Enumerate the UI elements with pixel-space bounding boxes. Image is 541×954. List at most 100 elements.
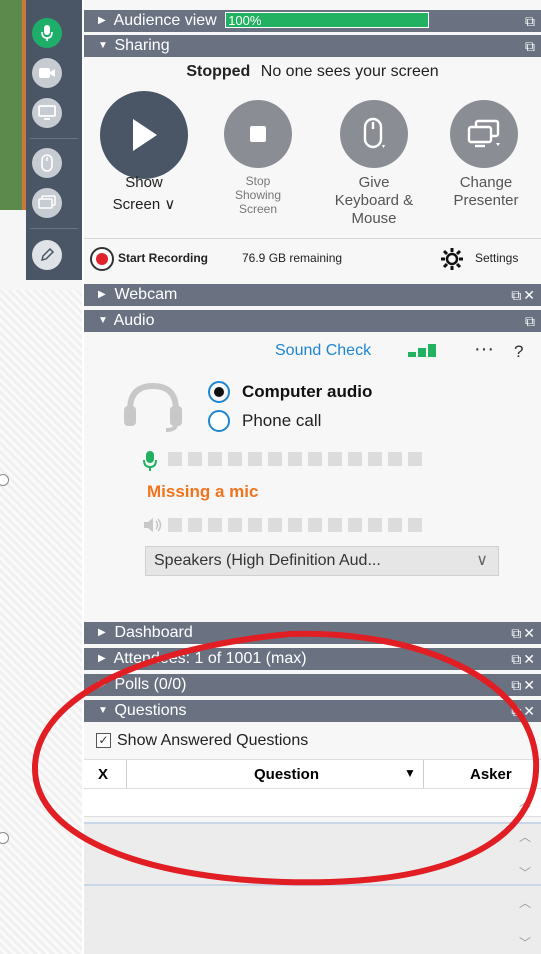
computer-audio-label[interactable]: Computer audio bbox=[242, 382, 372, 402]
sharing-title: Sharing bbox=[114, 37, 170, 54]
question-detail-area[interactable]: ︿ ﹀ bbox=[84, 824, 541, 884]
record-icon[interactable] bbox=[90, 247, 114, 271]
popout-close-icons[interactable]: ⧉✕ bbox=[511, 674, 537, 696]
level-segment bbox=[408, 452, 422, 466]
mouse-icon[interactable] bbox=[32, 148, 62, 178]
pencil-icon[interactable] bbox=[32, 240, 62, 270]
audio-header[interactable]: ▼ Audio ⧉ bbox=[84, 310, 541, 332]
attendees-header[interactable]: ▶ Attendees: 1 of 1001 (max) ⧉✕ bbox=[84, 648, 541, 670]
level-segment bbox=[188, 452, 202, 466]
toolbar-divider bbox=[30, 138, 78, 139]
expand-arrow-icon: ▶ bbox=[98, 679, 106, 690]
scroll-down-icon[interactable]: ﹀ bbox=[519, 934, 531, 951]
webcam-title: Webcam bbox=[114, 286, 178, 303]
expand-arrow-icon: ▶ bbox=[98, 653, 106, 664]
level-segment bbox=[408, 518, 422, 532]
level-segment bbox=[268, 518, 282, 532]
speaker-level-meter bbox=[168, 518, 422, 534]
stop-showing-label: Stop Showing Screen bbox=[212, 174, 304, 216]
column-divider bbox=[126, 760, 127, 788]
level-segment bbox=[328, 452, 342, 466]
change-line1: Change bbox=[459, 174, 513, 191]
sharing-status-bold: Stopped bbox=[186, 63, 251, 80]
popout-close-icons[interactable]: ⧉✕ bbox=[511, 700, 537, 722]
answer-input-area[interactable]: ︿ ﹀ bbox=[84, 886, 541, 954]
popout-icon[interactable]: ⧉ bbox=[525, 310, 537, 332]
computer-audio-radio[interactable] bbox=[208, 381, 230, 403]
popout-close-icons[interactable]: ⧉✕ bbox=[511, 284, 537, 306]
stop-line1: Stop bbox=[245, 174, 271, 188]
scroll-up-icon[interactable]: ︿ bbox=[519, 828, 531, 845]
phone-call-radio[interactable] bbox=[208, 410, 230, 432]
storage-remaining: 76.9 GB remaining bbox=[242, 251, 343, 265]
headset-icon bbox=[122, 380, 184, 437]
column-question[interactable]: Question bbox=[254, 766, 319, 783]
dashboard-header[interactable]: ▶ Dashboard ⧉✕ bbox=[84, 622, 541, 644]
microphone-icon[interactable] bbox=[32, 18, 62, 48]
collapse-arrow-icon: ▼ bbox=[98, 705, 108, 716]
level-segment bbox=[268, 452, 282, 466]
signal-strength-icon bbox=[408, 344, 436, 357]
level-segment bbox=[228, 452, 242, 466]
settings-button[interactable]: Settings bbox=[475, 251, 518, 265]
collapse-arrow-icon: ▼ bbox=[98, 40, 108, 51]
level-segment bbox=[388, 452, 402, 466]
level-segment bbox=[208, 518, 222, 532]
show-answered-checkbox[interactable]: ✓ bbox=[96, 733, 111, 748]
more-options-button[interactable]: ··· bbox=[474, 338, 494, 361]
change-presenter-button[interactable] bbox=[450, 100, 518, 168]
show-screen-label[interactable]: Show Screen ∨ bbox=[94, 174, 194, 214]
questions-header[interactable]: ▼ Questions ⧉✕ bbox=[84, 700, 541, 722]
popout-icon[interactable]: ⧉ bbox=[525, 10, 537, 32]
sharing-header[interactable]: ▼ Sharing ⧉ bbox=[84, 35, 541, 57]
background-pattern bbox=[0, 290, 82, 954]
questions-title: Questions bbox=[114, 702, 187, 719]
scroll-up-icon[interactable]: ︿ bbox=[519, 793, 531, 810]
show-screen-line2: Screen bbox=[112, 196, 161, 213]
expand-arrow-icon: ▶ bbox=[98, 627, 106, 638]
attendees-title: Attendees: 1 of 1001 (max) bbox=[113, 650, 307, 667]
level-segment bbox=[368, 518, 382, 532]
start-recording-button[interactable]: Start Recording bbox=[118, 251, 208, 265]
level-segment bbox=[188, 518, 202, 532]
change-presenter-label: Change Presenter bbox=[436, 174, 536, 210]
speaker-select[interactable]: Speakers (High Definition Aud... ∨ bbox=[145, 546, 499, 576]
webcam-header[interactable]: ▶ Webcam ⧉✕ bbox=[84, 284, 541, 306]
popout-icon[interactable]: ⧉ bbox=[525, 35, 537, 57]
collapse-arrow-icon: ▼ bbox=[98, 315, 108, 326]
audience-view-header[interactable]: ▶ Audience view 100% ⧉ bbox=[84, 10, 541, 32]
sharing-status: Stopped No one sees your screen bbox=[84, 63, 541, 81]
expand-arrow-icon: ▶ bbox=[98, 289, 106, 300]
presenter-icon[interactable] bbox=[32, 188, 62, 218]
polls-header[interactable]: ▶ Polls (0/0) ⧉✕ bbox=[84, 674, 541, 696]
stop-showing-button[interactable] bbox=[224, 100, 292, 168]
popout-close-icons[interactable]: ⧉✕ bbox=[511, 648, 537, 670]
audience-view-progress: 100% bbox=[225, 12, 430, 28]
microphone-icon bbox=[142, 450, 158, 477]
stop-line3: Screen bbox=[238, 202, 278, 216]
monitor-icon[interactable] bbox=[32, 98, 62, 128]
show-screen-line1: Show bbox=[125, 174, 163, 191]
presenter-icon bbox=[467, 119, 500, 148]
questions-list[interactable]: ︿ bbox=[84, 789, 541, 817]
sound-check-link[interactable]: Sound Check bbox=[275, 342, 371, 360]
sort-arrow-icon[interactable]: ▼ bbox=[404, 766, 416, 780]
settings-icon[interactable] bbox=[440, 247, 464, 276]
video-camera-icon[interactable] bbox=[32, 58, 62, 88]
give-keyboard-mouse-button[interactable] bbox=[340, 100, 408, 168]
show-screen-button[interactable] bbox=[100, 91, 188, 179]
scroll-up-icon[interactable]: ︿ bbox=[519, 894, 531, 911]
level-segment bbox=[208, 452, 222, 466]
speaker-select-value: Speakers (High Definition Aud... bbox=[154, 552, 381, 569]
phone-call-label[interactable]: Phone call bbox=[242, 411, 321, 431]
scroll-down-icon[interactable]: ﹀ bbox=[519, 864, 531, 881]
level-segment bbox=[288, 452, 302, 466]
expand-arrow-icon: ▶ bbox=[98, 15, 106, 26]
show-answered-label[interactable]: Show Answered Questions bbox=[117, 732, 308, 750]
column-x[interactable]: X bbox=[98, 766, 108, 783]
screen-dropdown[interactable]: Screen ∨ bbox=[94, 196, 194, 214]
column-asker[interactable]: Asker bbox=[470, 766, 512, 783]
popout-close-icons[interactable]: ⧉✕ bbox=[511, 622, 537, 644]
help-button[interactable]: ? bbox=[514, 342, 523, 362]
chevron-down-icon: ∨ bbox=[164, 196, 176, 213]
